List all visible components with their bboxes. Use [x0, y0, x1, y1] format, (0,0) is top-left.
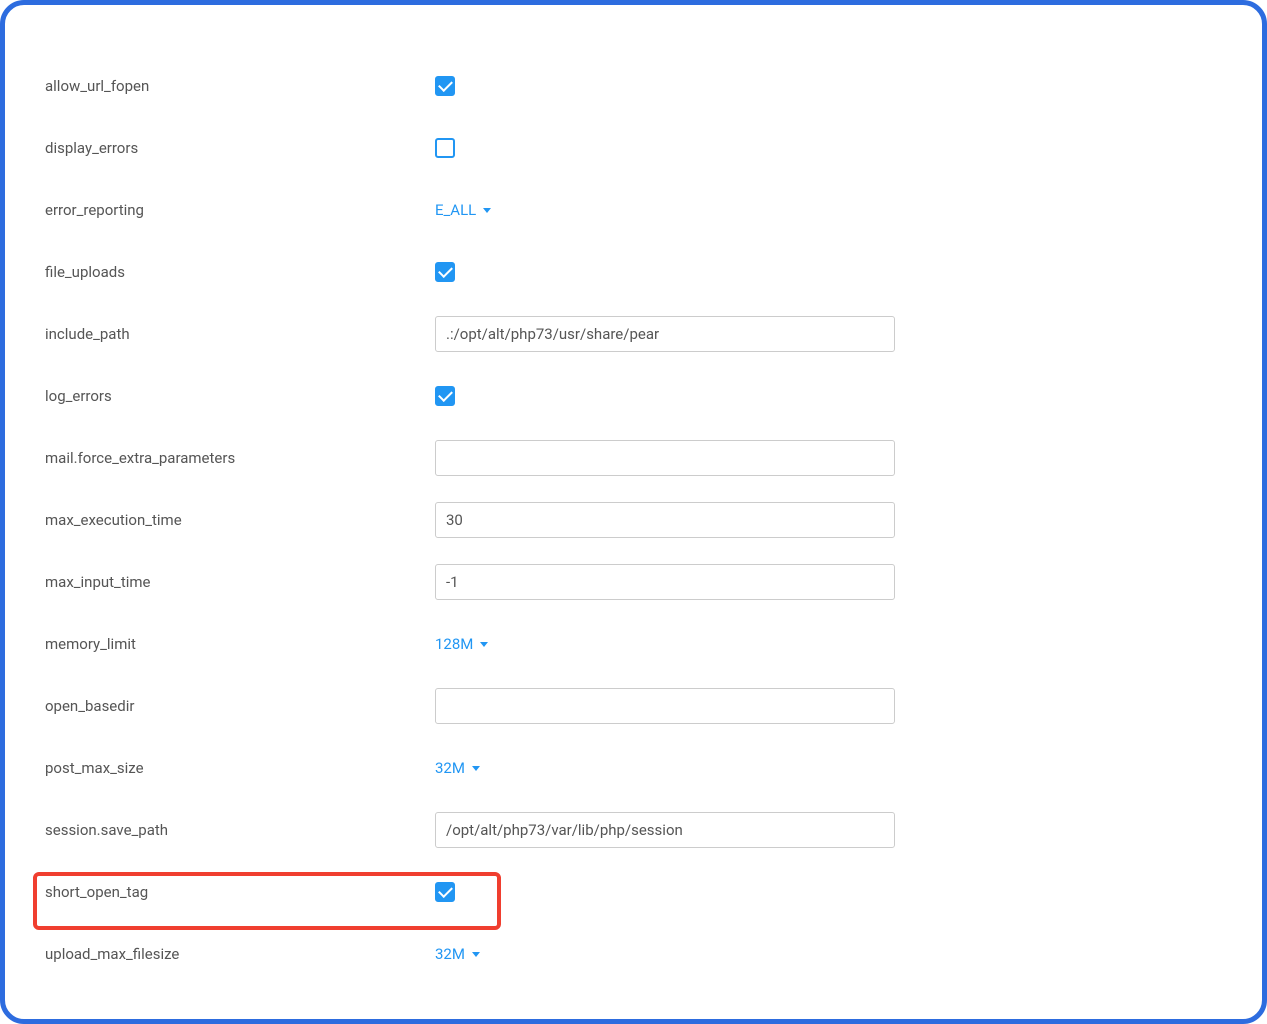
- caret-down-icon: [472, 952, 480, 957]
- dropdown-post-max-size[interactable]: 32M: [435, 759, 480, 777]
- row-upload-max-filesize: upload_max_filesize 32M: [45, 923, 1222, 985]
- label-memory-limit: memory_limit: [45, 635, 435, 653]
- checkbox-log-errors[interactable]: [435, 386, 455, 406]
- checkbox-file-uploads[interactable]: [435, 262, 455, 282]
- row-session-save-path: session.save_path: [45, 799, 1222, 861]
- checkbox-display-errors[interactable]: [435, 138, 455, 158]
- label-short-open-tag: short_open_tag: [45, 883, 435, 901]
- label-display-errors: display_errors: [45, 139, 435, 157]
- label-post-max-size: post_max_size: [45, 759, 435, 777]
- caret-down-icon: [480, 642, 488, 647]
- row-max-input-time: max_input_time: [45, 551, 1222, 613]
- row-include-path: include_path: [45, 303, 1222, 365]
- label-file-uploads: file_uploads: [45, 263, 435, 281]
- dropdown-upload-max-filesize[interactable]: 32M: [435, 945, 480, 963]
- label-allow-url-fopen: allow_url_fopen: [45, 77, 435, 95]
- dropdown-value: 32M: [435, 945, 465, 963]
- caret-down-icon: [472, 766, 480, 771]
- dropdown-value: E_ALL: [435, 201, 476, 219]
- label-include-path: include_path: [45, 325, 435, 343]
- row-allow-url-fopen: allow_url_fopen: [45, 55, 1222, 117]
- input-session-save-path[interactable]: [435, 812, 895, 848]
- row-open-basedir: open_basedir: [45, 675, 1222, 737]
- row-error-reporting: error_reporting E_ALL: [45, 179, 1222, 241]
- caret-down-icon: [483, 208, 491, 213]
- row-mail-force-extra-parameters: mail.force_extra_parameters: [45, 427, 1222, 489]
- row-post-max-size: post_max_size 32M: [45, 737, 1222, 799]
- label-open-basedir: open_basedir: [45, 697, 435, 715]
- row-file-uploads: file_uploads: [45, 241, 1222, 303]
- input-max-input-time[interactable]: [435, 564, 895, 600]
- label-error-reporting: error_reporting: [45, 201, 435, 219]
- row-short-open-tag: short_open_tag: [45, 861, 1222, 923]
- label-max-execution-time: max_execution_time: [45, 511, 435, 529]
- label-max-input-time: max_input_time: [45, 573, 435, 591]
- input-mail-force-extra-parameters[interactable]: [435, 440, 895, 476]
- dropdown-value: 32M: [435, 759, 465, 777]
- checkbox-allow-url-fopen[interactable]: [435, 76, 455, 96]
- row-log-errors: log_errors: [45, 365, 1222, 427]
- label-log-errors: log_errors: [45, 387, 435, 405]
- input-include-path[interactable]: [435, 316, 895, 352]
- dropdown-value: 128M: [435, 635, 473, 653]
- checkbox-short-open-tag[interactable]: [435, 882, 455, 902]
- php-settings-panel: allow_url_fopen display_errors error_rep…: [0, 0, 1267, 1024]
- input-open-basedir[interactable]: [435, 688, 895, 724]
- label-session-save-path: session.save_path: [45, 821, 435, 839]
- input-max-execution-time[interactable]: [435, 502, 895, 538]
- row-max-execution-time: max_execution_time: [45, 489, 1222, 551]
- row-memory-limit: memory_limit 128M: [45, 613, 1222, 675]
- row-display-errors: display_errors: [45, 117, 1222, 179]
- dropdown-error-reporting[interactable]: E_ALL: [435, 201, 491, 219]
- label-mail-force-extra-parameters: mail.force_extra_parameters: [45, 449, 435, 467]
- dropdown-memory-limit[interactable]: 128M: [435, 635, 488, 653]
- label-upload-max-filesize: upload_max_filesize: [45, 945, 435, 963]
